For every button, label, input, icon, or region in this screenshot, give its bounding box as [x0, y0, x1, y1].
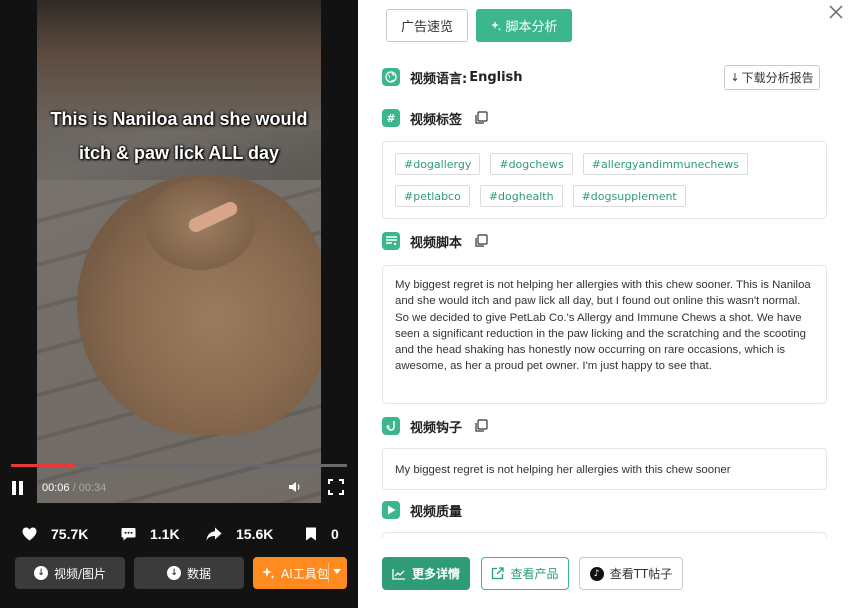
- data-download-button[interactable]: ↓ 数据: [134, 557, 244, 589]
- close-icon[interactable]: [828, 4, 844, 20]
- time-separator: /: [69, 482, 79, 494]
- download-circle-icon: ↓: [33, 566, 48, 580]
- stats-bar: 75.7K 1.1K 15.6K 0: [0, 524, 358, 544]
- tag-chip[interactable]: #allergyandimmunechews: [582, 153, 748, 175]
- view-tt-post-label: 查看TT帖子: [609, 567, 673, 581]
- analysis-content[interactable]: 视频语言: English ↓ 下载分析报告 # 视频标签 #dogallerg…: [358, 52, 850, 538]
- bookmark-icon: [306, 527, 316, 541]
- tab-ad-preview[interactable]: 广告速览: [386, 9, 468, 42]
- copy-icon[interactable]: [474, 234, 488, 248]
- view-product-button[interactable]: 查看产品: [481, 557, 569, 590]
- copy-icon[interactable]: [474, 419, 488, 433]
- video-image-download-button[interactable]: ↓ 视频/图片: [15, 557, 125, 589]
- comment-icon: [121, 528, 136, 541]
- quality-title: 视频质量: [410, 504, 463, 520]
- comments-stat[interactable]: 1.1K: [121, 524, 180, 544]
- duration: 00:34: [78, 482, 107, 494]
- tag-chip[interactable]: #dogsupplement: [572, 185, 686, 207]
- tags-title: 视频标签: [410, 112, 463, 128]
- text-lines-icon: [382, 232, 400, 250]
- language-value: English: [469, 69, 523, 85]
- script-header: 视频脚本: [382, 230, 488, 252]
- language-label: 视频语言:: [410, 71, 468, 87]
- app-root: This is Naniloa and she would itch & paw…: [0, 0, 850, 608]
- language-row: 视频语言: English: [382, 66, 523, 88]
- tag-chip[interactable]: #dogallergy: [395, 153, 481, 175]
- heart-icon: [22, 527, 37, 541]
- tags-header: # 视频标签: [382, 107, 488, 129]
- hook-title: 视频钩子: [410, 420, 463, 436]
- video-progress-fill: [11, 464, 75, 467]
- external-link-icon: [492, 567, 505, 580]
- tab-script-analysis-label: 脚本分析: [505, 20, 558, 35]
- ai-toolkit-button[interactable]: AI工具包: [253, 557, 347, 589]
- data-label: 数据: [186, 566, 211, 581]
- video-caption-line2: itch & paw lick ALL day: [78, 143, 280, 163]
- video-caption-line1: This is Naniloa and she would: [50, 109, 308, 129]
- video-caption: This is Naniloa and she would itch & paw…: [37, 102, 321, 170]
- sparkle-icon: [262, 567, 275, 579]
- shares-stat[interactable]: 15.6K: [206, 524, 273, 544]
- current-time: 00:06: [42, 482, 70, 494]
- fullscreen-icon[interactable]: [328, 479, 344, 495]
- copy-icon[interactable]: [474, 111, 488, 125]
- video-panel: This is Naniloa and she would itch & paw…: [0, 0, 358, 608]
- download-report-label: 下载分析报告: [741, 71, 814, 85]
- video-time: 00:06 / 00:34: [42, 478, 106, 498]
- tag-chip[interactable]: #dogchews: [490, 153, 573, 175]
- quality-header: 视频质量: [382, 499, 462, 521]
- likes-stat[interactable]: 75.7K: [22, 524, 88, 544]
- trend-chart-icon: [392, 568, 405, 580]
- hook-header: 视频钩子: [382, 415, 488, 437]
- shares-count: 15.6K: [236, 526, 274, 542]
- script-box: My biggest regret is not helping her all…: [382, 265, 827, 404]
- sparkle-icon: [491, 20, 502, 31]
- tab-ad-preview-label: 广告速览: [400, 20, 453, 35]
- hook-icon: [382, 417, 400, 435]
- video-progress-bar[interactable]: [11, 464, 347, 467]
- tag-chip[interactable]: #doghealth: [479, 185, 563, 207]
- likes-count: 75.7K: [51, 526, 89, 542]
- download-icon: ↓: [730, 71, 740, 84]
- footer-actions: 更多详情 查看产品 ♪ 查看TT帖子: [358, 538, 850, 608]
- video-player[interactable]: This is Naniloa and she would itch & paw…: [37, 0, 321, 503]
- download-report-button[interactable]: ↓ 下载分析报告: [724, 65, 820, 90]
- video-image-label: 视频/图片: [53, 566, 107, 581]
- view-tt-post-button[interactable]: ♪ 查看TT帖子: [579, 557, 683, 590]
- tiktok-icon: ♪: [589, 566, 604, 581]
- comments-count: 1.1K: [150, 526, 180, 542]
- view-product-label: 查看产品: [510, 567, 559, 581]
- hook-box: My biggest regret is not helping her all…: [382, 448, 827, 490]
- analysis-panel: 广告速览 脚本分析 视频语言: English ↓ 下载分析报告 # 视频标签 …: [358, 0, 850, 608]
- tags-box: #dogallergy #dogchews #allergyandimmuneche…: [382, 141, 827, 219]
- ai-toolkit-label: AI工具包: [281, 566, 329, 581]
- saves-count: 0: [331, 526, 339, 542]
- script-text: My biggest regret is not helping her all…: [395, 279, 811, 373]
- more-details-button[interactable]: 更多详情: [382, 557, 470, 590]
- volume-icon[interactable]: [288, 480, 302, 494]
- tab-script-analysis[interactable]: 脚本分析: [476, 9, 572, 42]
- script-title: 视频脚本: [410, 235, 463, 251]
- ai-toolkit-divider: [328, 563, 329, 583]
- download-circle-icon: ↓: [166, 566, 181, 580]
- saves-stat[interactable]: 0: [305, 524, 339, 544]
- tag-chip[interactable]: #petlabco: [395, 185, 470, 207]
- play-icon: [382, 501, 400, 519]
- more-details-label: 更多详情: [411, 567, 460, 581]
- pause-icon[interactable]: [12, 481, 24, 495]
- share-icon: [206, 527, 222, 541]
- hashtag-icon: #: [382, 109, 400, 127]
- hook-text: My biggest regret is not helping her all…: [395, 464, 731, 476]
- chevron-down-icon[interactable]: [333, 569, 341, 574]
- globe-icon: [382, 68, 400, 86]
